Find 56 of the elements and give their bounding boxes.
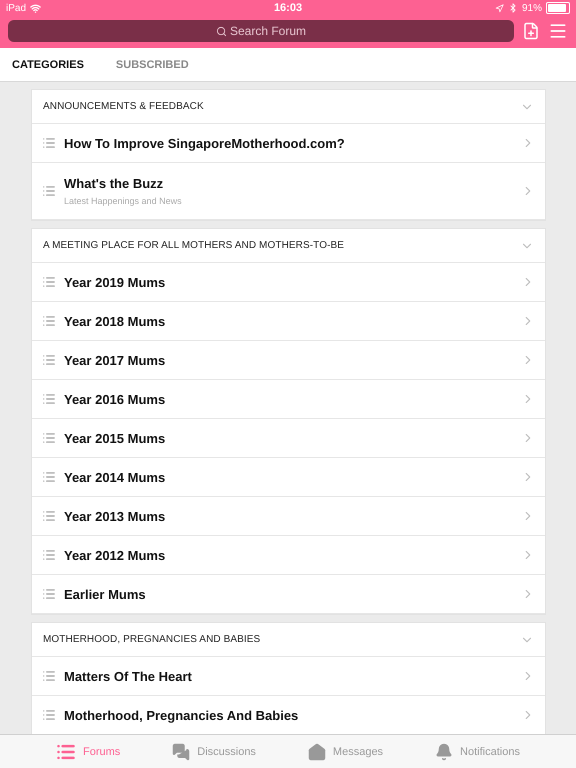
list-icon xyxy=(42,392,56,406)
list-icon xyxy=(42,509,56,523)
list-icon xyxy=(42,708,56,722)
list-icon xyxy=(42,431,56,445)
wifi-icon xyxy=(30,2,42,14)
chat-icon xyxy=(172,742,190,760)
bell-icon xyxy=(435,742,454,760)
forum-title: Year 2019 Mums xyxy=(64,274,166,290)
forum-title: Motherhood, Pregnancies And Babies xyxy=(64,708,300,722)
section-title: MOTHERHOOD, PREGNANCIES AND BABIES xyxy=(43,634,260,645)
forum-title: Year 2013 Mums xyxy=(64,508,166,524)
list-icon xyxy=(42,314,56,328)
list-icon xyxy=(42,548,56,562)
list-icon xyxy=(42,587,56,601)
forum-title: Year 2017 Mums xyxy=(64,352,166,368)
forum-row[interactable]: Year 2012 Mums xyxy=(32,536,545,575)
forum-row[interactable]: Year 2013 Mums xyxy=(32,497,545,536)
search-field[interactable]: Search Forum xyxy=(8,20,514,42)
forum-row[interactable]: Earlier Mums xyxy=(32,575,545,614)
forum-row[interactable]: Year 2014 Mums xyxy=(32,458,545,497)
tab[interactable]: SUBSCRIBED xyxy=(116,58,189,70)
forum-title: Year 2018 Mums xyxy=(64,314,166,328)
section-title: A MEETING PLACE FOR ALL MOTHERS AND MOTHERS-TO-BE xyxy=(43,240,344,251)
section-title: ANNOUNCEMENTS & FEEDBACK xyxy=(43,101,204,112)
new-post-icon[interactable] xyxy=(522,22,540,40)
list-icon xyxy=(42,275,56,289)
tab[interactable]: CATEGORIES xyxy=(12,58,84,70)
list-icon xyxy=(42,470,56,484)
list-icon xyxy=(42,353,56,367)
forum-title: What's the Buzz xyxy=(64,176,164,191)
battery-icon xyxy=(546,2,570,14)
forum-row[interactable]: Year 2018 Mums xyxy=(32,302,545,341)
battery-percent: 91% xyxy=(522,2,542,14)
forum-row[interactable]: How To Improve SingaporeMotherhood.com? xyxy=(32,124,545,163)
list-icon xyxy=(42,184,56,198)
forum-title: Matters Of The Heart xyxy=(64,668,193,684)
list-icon xyxy=(42,136,56,150)
forum-row[interactable]: Year 2019 Mums xyxy=(32,263,545,302)
forum-row[interactable]: Matters Of The Heart xyxy=(32,657,545,696)
list-icon xyxy=(42,669,56,683)
forum-title: Year 2014 Mums xyxy=(64,470,166,484)
forum-row[interactable]: Year 2016 Mums xyxy=(32,380,545,419)
forum-row[interactable]: What's the Buzz Latest Happenings and News xyxy=(32,163,545,220)
location-icon xyxy=(495,4,504,12)
clock: 16:03 xyxy=(274,2,302,14)
forum-row[interactable]: Year 2017 Mums xyxy=(32,341,545,380)
forum-row[interactable]: Year 2015 Mums xyxy=(32,419,545,458)
search-icon xyxy=(216,26,227,36)
forum-title: Year 2015 Mums xyxy=(64,430,166,446)
device-name: iPad xyxy=(6,2,26,14)
forum-title: How To Improve SingaporeMotherhood.com? xyxy=(64,136,346,150)
bluetooth-icon xyxy=(508,3,518,13)
forum-title: Year 2012 Mums xyxy=(64,548,166,562)
forum-title: Earlier Mums xyxy=(64,586,147,602)
forum-title: Year 2016 Mums xyxy=(64,392,166,406)
forum-subtitle: Latest Happenings and News xyxy=(64,196,183,206)
